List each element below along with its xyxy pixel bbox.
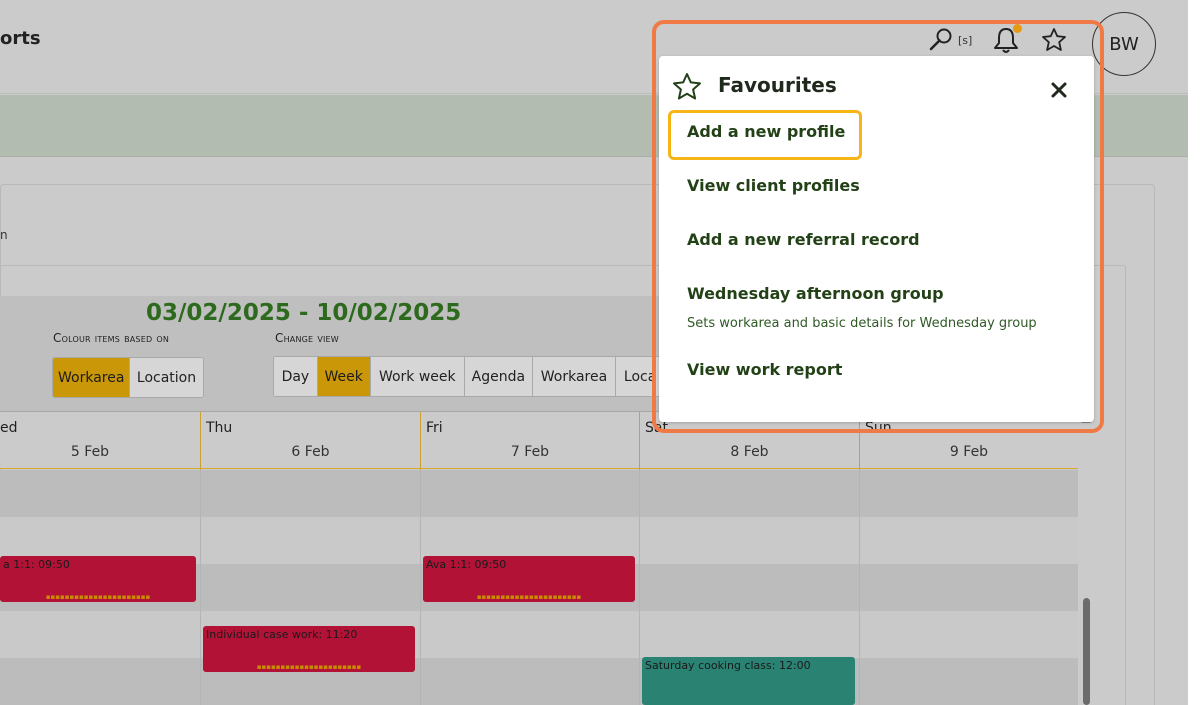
time-slot-row: [0, 611, 1078, 658]
favourite-view-work-report[interactable]: View work report: [687, 360, 842, 379]
view-work-week-button[interactable]: Work week: [370, 357, 466, 396]
calendar-event[interactable]: a 1:1: 09:50 ▪▪▪▪▪▪▪▪▪▪▪▪▪▪▪▪▪▪▪▪▪▪: [0, 556, 196, 602]
day-date: 8 Feb: [730, 444, 769, 460]
favourite-description: Sets workarea and basic details for Wedn…: [687, 316, 1037, 331]
day-date: 7 Feb: [510, 444, 550, 460]
day-name: Thu: [206, 420, 233, 436]
favourite-wednesday-afternoon-group[interactable]: Wednesday afternoon group: [687, 284, 944, 303]
day-header-thu[interactable]: Thu 6 Feb: [200, 412, 420, 470]
close-icon: [1051, 82, 1067, 98]
view-workarea-button[interactable]: Workarea: [532, 357, 617, 396]
event-drag-handle[interactable]: ▪▪▪▪▪▪▪▪▪▪▪▪▪▪▪▪▪▪▪▪▪▪: [423, 594, 635, 601]
view-agenda-button[interactable]: Agenda: [465, 357, 533, 396]
calendar-scrollbar-thumb[interactable]: [1083, 598, 1090, 705]
page-scrollbar[interactable]: [1188, 0, 1200, 705]
event-drag-handle[interactable]: ▪▪▪▪▪▪▪▪▪▪▪▪▪▪▪▪▪▪▪▪▪▪: [0, 594, 196, 601]
day-date: 9 Feb: [949, 444, 989, 460]
column-divider: [200, 470, 201, 705]
day-header-fri[interactable]: Fri 7 Feb: [420, 412, 639, 470]
favourites-title: Favourites: [718, 73, 837, 97]
view-week-button[interactable]: Week: [317, 357, 371, 396]
view-toggle-group: Day Week Work week Agenda Workarea Loca: [273, 356, 665, 397]
event-title: Saturday cooking class: 12:00: [645, 659, 811, 672]
calendar-event[interactable]: Ava 1:1: 09:50 ▪▪▪▪▪▪▪▪▪▪▪▪▪▪▪▪▪▪▪▪▪▪: [423, 556, 635, 602]
column-divider: [420, 470, 421, 705]
view-day-button[interactable]: Day: [274, 357, 318, 396]
date-range-title: 03/02/2025 - 10/02/2025: [146, 300, 462, 326]
day-date: 6 Feb: [291, 444, 330, 460]
colour-workarea-button[interactable]: Workarea: [53, 358, 130, 397]
calendar-event[interactable]: Individual case work: 11:20 ▪▪▪▪▪▪▪▪▪▪▪▪…: [203, 626, 415, 672]
time-slot-row: [0, 658, 1078, 705]
panel-heading-fragment: n: [0, 228, 8, 242]
change-view-label: Change view: [275, 331, 339, 345]
colour-items-label: Colour items based on: [53, 331, 170, 345]
favourite-view-client-profiles[interactable]: View client profiles: [687, 176, 860, 195]
event-title: a 1:1: 09:50: [3, 558, 70, 571]
day-name: ed: [0, 420, 18, 436]
star-icon: [673, 73, 701, 100]
event-drag-handle[interactable]: ▪▪▪▪▪▪▪▪▪▪▪▪▪▪▪▪▪▪▪▪▪▪: [203, 664, 415, 671]
focus-highlight: [668, 110, 862, 160]
event-title: Ava 1:1: 09:50: [426, 558, 507, 571]
day-header-wed[interactable]: ed 5 Feb: [0, 412, 200, 470]
day-name: Fri: [426, 420, 443, 436]
colour-location-button[interactable]: Location: [130, 358, 203, 397]
favourite-add-referral-record[interactable]: Add a new referral record: [687, 230, 920, 249]
page-title: orts: [0, 28, 41, 49]
colour-toggle-group: Workarea Location: [52, 357, 204, 398]
event-title: Individual case work: 11:20: [206, 628, 358, 641]
column-divider: [639, 470, 640, 705]
time-slot-row: [0, 470, 1078, 517]
day-date: 5 Feb: [70, 444, 110, 460]
calendar-event[interactable]: Saturday cooking class: 12:00: [642, 657, 855, 705]
column-divider: [859, 470, 860, 705]
close-button[interactable]: [1045, 76, 1073, 104]
